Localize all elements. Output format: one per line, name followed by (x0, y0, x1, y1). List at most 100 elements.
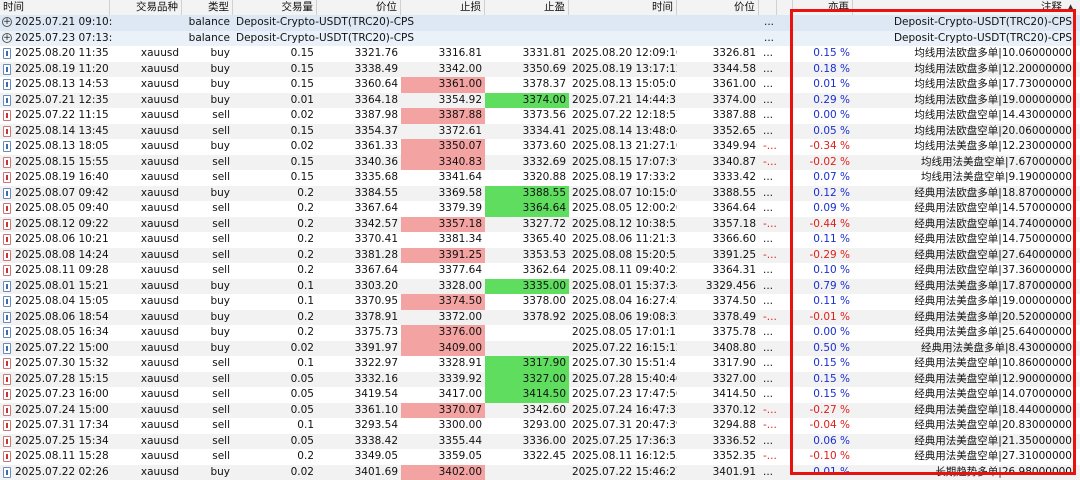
close-price-cell: 3375.78 (677, 325, 759, 341)
change-percent-cell: 0.06 % (793, 434, 853, 450)
type-cell: buy (182, 310, 233, 326)
col-header-symbol[interactable]: 交易品种 (110, 0, 182, 15)
volume-cell: 0.1 (233, 418, 317, 434)
col-header-volume[interactable]: 交易量 (233, 0, 317, 15)
table-row[interactable]: 2025.07.21 12:35:...xauusdbuy0.013364.18… (0, 93, 1080, 109)
table-row[interactable]: 2025.08.13 18:05:...xauusdbuy0.023361.33… (0, 139, 1080, 155)
open-time-cell: 2025.07.22 15:00:... (12, 341, 110, 357)
table-row[interactable]: 2025.08.20 11:35:...xauusdbuy0.153321.76… (0, 46, 1080, 62)
sell-order-icon (3, 203, 11, 214)
table-row[interactable]: 2025.07.22 02:26:...xauusdbuy0.023401.69… (0, 465, 1080, 480)
price-cell: 3391.97 (317, 341, 401, 357)
table-row[interactable]: 2025.08.12 09:22:...xauusdsell0.23342.57… (0, 217, 1080, 233)
table-row[interactable]: 2025.08.14 13:45:...xauusdsell0.153354.3… (0, 124, 1080, 140)
comment-cell: 经典用法美盘空单|10.86000000 (853, 356, 1080, 372)
stop-loss-cell: 3300.00 (401, 418, 485, 434)
expand-plus-icon[interactable]: + (2, 17, 12, 27)
change-percent-cell: 0.01 % (793, 77, 853, 93)
buy-order-icon (3, 327, 11, 338)
buy-order-icon (3, 141, 11, 152)
table-row[interactable]: 2025.07.31 17:34:...xauusdsell0.13293.54… (0, 418, 1080, 434)
type-cell: buy (182, 341, 233, 357)
more-cell: ... (760, 279, 790, 295)
change-percent-cell: 0.05 % (793, 124, 853, 140)
table-row[interactable]: 2025.08.11 09:28:...xauusdsell0.23367.64… (0, 263, 1080, 279)
expand-plus-icon[interactable]: + (2, 33, 12, 43)
sell-order-icon (3, 157, 11, 168)
col-header-comment[interactable]: 注释 (853, 0, 1080, 15)
table-row[interactable]: 2025.07.22 11:15:...xauusdsell0.023387.9… (0, 108, 1080, 124)
volume-cell: 0.05 (233, 372, 317, 388)
stop-loss-cell: 3341.64 (401, 170, 485, 186)
volume-cell: 0.05 (233, 403, 317, 419)
table-row[interactable]: 2025.08.15 15:55:...xauusdsell0.153340.3… (0, 155, 1080, 171)
table-row[interactable]: 2025.08.19 11:20:...xauusdbuy0.153338.49… (0, 62, 1080, 78)
change-percent-cell: 0.11 % (793, 232, 853, 248)
change-percent-cell: -0.27 % (793, 403, 853, 419)
balance-row[interactable]: +2025.07.21 09:10:...balanceDeposit-Cryp… (0, 15, 1080, 31)
close-time-cell: 2025.08.06 19:08:32 (569, 310, 677, 326)
more-cell: ... (760, 46, 790, 62)
take-profit-cell (485, 325, 569, 341)
table-row[interactable]: 2025.07.23 16:00:...xauusdsell0.053419.5… (0, 387, 1080, 403)
table-row[interactable]: 2025.08.04 15:05:...xauusdbuy0.13370.953… (0, 294, 1080, 310)
col-header-close-time[interactable]: 时间 (569, 0, 677, 15)
take-profit-cell: 3334.41 (485, 124, 569, 140)
col-header-stop-loss[interactable]: 止损 (401, 0, 485, 15)
close-price-cell: 3391.25 (677, 248, 759, 264)
change-percent-cell: 0.15 % (793, 356, 853, 372)
table-row[interactable]: 2025.07.30 15:32:...xauusdsell0.13322.97… (0, 356, 1080, 372)
table-row[interactable]: 2025.07.25 15:34:...xauusdsell0.053338.4… (0, 434, 1080, 450)
comment-cell: 均线用法欧盘多单|19.00000000 (853, 93, 1080, 109)
change-percent-cell: -0.29 % (793, 248, 853, 264)
table-row[interactable]: 2025.07.22 15:00:...xauusdbuy0.023391.97… (0, 341, 1080, 357)
table-row[interactable]: 2025.07.24 15:00:...xauusdsell0.053361.1… (0, 403, 1080, 419)
open-time-cell: 2025.08.11 09:28:... (12, 263, 110, 279)
take-profit-cell: 3374.00 (485, 93, 569, 109)
more-cell: ... (760, 201, 790, 217)
col-header-time[interactable]: 时间 (0, 0, 110, 15)
col-header-take-profit[interactable]: 止盈 (485, 0, 569, 15)
table-row[interactable]: 2025.08.13 14:53:...xauusdbuy0.153360.64… (0, 77, 1080, 93)
volume-cell: 0.02 (233, 341, 317, 357)
table-row[interactable]: 2025.08.07 09:42:...xauusdbuy0.23384.553… (0, 186, 1080, 202)
change-percent-cell: 0.50 % (793, 341, 853, 357)
open-time-cell: 2025.08.19 11:20:... (12, 62, 110, 78)
col-header-price[interactable]: 价位 (317, 0, 401, 15)
col-header-extra[interactable] (759, 0, 777, 15)
comment-cell: 经典用法美盘空单|20.83000000 (853, 418, 1080, 434)
price-cell: 3338.42 (317, 434, 401, 450)
symbol-cell: xauusd (110, 93, 182, 109)
table-row[interactable]: 2025.08.01 15:21:...xauusdbuy0.13303.203… (0, 279, 1080, 295)
volume-cell: 0.01 (233, 93, 317, 109)
table-row[interactable]: 2025.08.19 16:40:...xauusdsell0.153335.6… (0, 170, 1080, 186)
table-row[interactable]: 2025.08.05 16:34:...xauusdbuy0.23375.733… (0, 325, 1080, 341)
table-row[interactable]: 2025.08.06 18:54:...xauusdbuy0.23378.913… (0, 310, 1080, 326)
volume-cell: 0.15 (233, 124, 317, 140)
col-header-close-price[interactable]: 价位 (677, 0, 759, 15)
take-profit-cell: 3317.90 (485, 356, 569, 372)
more-cell: -... (760, 449, 790, 465)
volume-cell: 0.02 (233, 139, 317, 155)
table-row[interactable]: 2025.08.11 15:28:...xauusdsell0.23349.05… (0, 449, 1080, 465)
table-row[interactable]: 2025.07.28 15:15:...xauusdsell0.053332.1… (0, 372, 1080, 388)
change-percent-cell: -0.02 % (793, 155, 853, 171)
table-row[interactable]: 2025.08.06 10:21:...xauusdsell0.23370.41… (0, 232, 1080, 248)
balance-row[interactable]: +2025.07.23 07:13:...balanceDeposit-Cryp… (0, 31, 1080, 47)
volume-cell: 0.05 (233, 434, 317, 450)
open-time-cell: 2025.07.22 11:15:... (12, 108, 110, 124)
price-cell: 3364.18 (317, 93, 401, 109)
comment-cell: 均线用法欧盘多单|17.73000000 (853, 77, 1080, 93)
col-header-change[interactable]: 亦再 (793, 0, 853, 15)
type-cell: sell (182, 232, 233, 248)
type-cell: sell (182, 387, 233, 403)
price-cell: 3419.54 (317, 387, 401, 403)
price-cell: 3361.10 (317, 403, 401, 419)
table-row[interactable]: 2025.08.08 14:24:...xauusdsell0.23381.28… (0, 248, 1080, 264)
table-row[interactable]: 2025.08.05 09:40:...xauusdsell0.23367.64… (0, 201, 1080, 217)
more-cell: ... (760, 124, 790, 140)
type-cell: sell (182, 449, 233, 465)
col-header-type[interactable]: 类型 (182, 0, 233, 15)
stop-loss-cell: 3381.34 (401, 232, 485, 248)
col-header-extra2[interactable] (777, 0, 793, 15)
